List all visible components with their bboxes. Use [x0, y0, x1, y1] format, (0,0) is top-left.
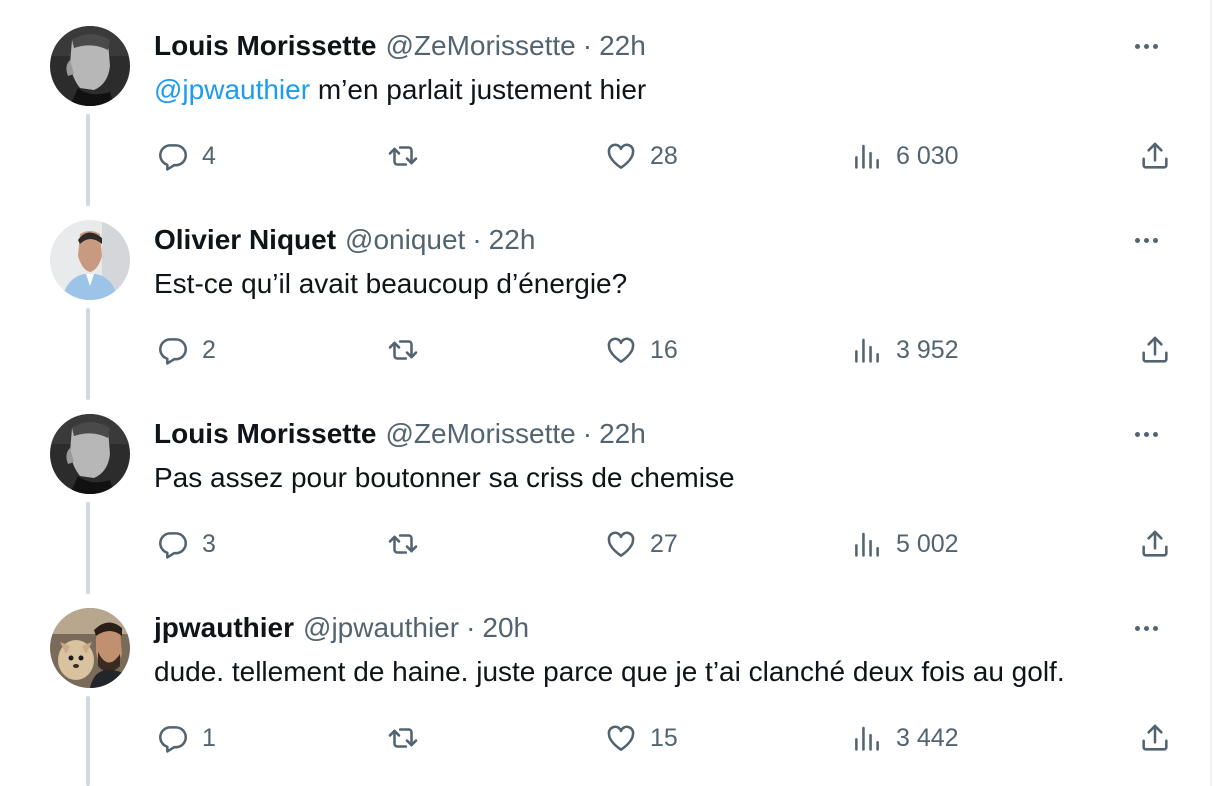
views-button[interactable]: 3 952 [850, 330, 959, 370]
retweet-icon [388, 728, 418, 748]
share-button[interactable] [1138, 524, 1172, 564]
views-count: 5 002 [896, 529, 959, 558]
tweet[interactable]: Louis Morissette @ZeMorissette · 22h @jp… [0, 0, 1212, 194]
views-button[interactable]: 6 030 [850, 136, 959, 176]
like-button[interactable]: 28 [604, 136, 678, 176]
like-count: 15 [650, 723, 678, 752]
display-name[interactable]: Olivier Niquet [154, 222, 336, 258]
like-count: 27 [650, 529, 678, 558]
share-button[interactable] [1138, 718, 1172, 758]
like-button[interactable]: 16 [604, 330, 678, 370]
reply-button[interactable]: 1 [156, 718, 216, 758]
display-name[interactable]: Louis Morissette [154, 28, 376, 64]
avatar[interactable] [50, 220, 130, 300]
more-icon[interactable] [1130, 422, 1162, 446]
action-bar: 1 15 3 442 [0, 718, 1212, 758]
reply-icon [159, 532, 188, 559]
timestamp[interactable]: 22h [599, 28, 646, 64]
like-button[interactable]: 27 [604, 524, 678, 564]
conversation-thread: Louis Morissette @ZeMorissette · 22h @jp… [0, 0, 1212, 786]
views-icon [855, 338, 879, 363]
retweet-icon [388, 146, 418, 166]
views-count: 3 952 [896, 335, 959, 364]
retweet-icon [388, 534, 418, 554]
user-handle[interactable]: @jpwauthier [303, 610, 459, 646]
reply-button[interactable]: 2 [156, 330, 216, 370]
tweet-header: Louis Morissette @ZeMorissette · 22h [154, 416, 646, 452]
reply-icon [159, 726, 188, 753]
share-icon [1142, 530, 1168, 557]
views-icon [855, 144, 879, 169]
reply-icon [159, 144, 188, 171]
action-bar: 2 16 3 952 [0, 330, 1212, 370]
views-count: 3 442 [896, 723, 959, 752]
retweet-button[interactable] [386, 136, 432, 176]
share-icon [1142, 336, 1168, 363]
like-icon [607, 143, 635, 169]
views-count: 6 030 [896, 141, 959, 170]
share-icon [1142, 724, 1168, 751]
like-icon [607, 531, 635, 557]
views-icon [855, 726, 879, 751]
avatar[interactable] [50, 608, 130, 688]
timestamp[interactable]: 22h [599, 416, 646, 452]
tweet-text: @jpwauthier m’en parlait justement hier [154, 72, 646, 108]
tweet-text: dude. tellement de haine. juste parce qu… [154, 656, 1065, 687]
like-button[interactable]: 15 [604, 718, 678, 758]
views-button[interactable]: 3 442 [850, 718, 959, 758]
reply-count: 1 [202, 723, 216, 752]
display-name[interactable]: Louis Morissette [154, 416, 376, 452]
separator: · [466, 612, 476, 643]
timestamp[interactable]: 22h [489, 222, 536, 258]
user-handle[interactable]: @ZeMorissette [385, 416, 575, 452]
timestamp[interactable]: 20h [482, 610, 529, 646]
share-icon [1142, 142, 1168, 169]
action-bar: 3 27 5 002 [0, 524, 1212, 564]
tweet[interactable]: jpwauthier @jpwauthier · 20h dude. telle… [0, 582, 1212, 776]
separator: · [582, 30, 593, 61]
like-count: 16 [650, 335, 678, 364]
tweet-text: Est-ce qu’il avait beaucoup d’énergie? [154, 268, 628, 299]
reply-button[interactable]: 4 [156, 136, 216, 176]
user-handle[interactable]: @ZeMorissette [385, 28, 575, 64]
more-icon[interactable] [1130, 616, 1162, 640]
views-button[interactable]: 5 002 [850, 524, 959, 564]
like-icon [607, 337, 635, 363]
tweet-text: Pas assez pour boutonner sa criss de che… [154, 462, 735, 493]
reply-count: 4 [202, 141, 216, 170]
more-icon[interactable] [1130, 228, 1162, 252]
reply-button[interactable]: 3 [156, 524, 216, 564]
mention-link[interactable]: @jpwauthier [154, 74, 310, 105]
avatar[interactable] [50, 414, 130, 494]
tweet[interactable]: Olivier Niquet @oniquet · 22h Est-ce qu’… [0, 194, 1212, 388]
like-count: 28 [650, 141, 678, 170]
tweet-header: Olivier Niquet @oniquet · 22h [154, 222, 535, 258]
separator: · [472, 224, 482, 255]
user-handle[interactable]: @oniquet [345, 222, 465, 258]
share-button[interactable] [1138, 330, 1172, 370]
retweet-button[interactable] [386, 330, 432, 370]
avatar[interactable] [50, 26, 130, 106]
reply-count: 2 [202, 335, 216, 364]
views-icon [855, 532, 879, 557]
reply-icon [159, 338, 188, 365]
reply-count: 3 [202, 529, 216, 558]
tweet-header: jpwauthier @jpwauthier · 20h [154, 610, 529, 646]
tweet[interactable]: Louis Morissette @ZeMorissette · 22h Pas… [0, 388, 1212, 582]
display-name[interactable]: jpwauthier [154, 610, 294, 646]
action-bar: 4 28 6 030 [0, 136, 1212, 176]
tweet-header: Louis Morissette @ZeMorissette · 22h [154, 28, 646, 64]
retweet-button[interactable] [386, 524, 432, 564]
tweet-text-body: m’en parlait justement hier [310, 74, 647, 105]
retweet-button[interactable] [386, 718, 432, 758]
more-icon[interactable] [1130, 34, 1162, 58]
like-icon [607, 725, 635, 751]
share-button[interactable] [1138, 136, 1172, 176]
retweet-icon [388, 340, 418, 360]
separator: · [582, 418, 593, 449]
